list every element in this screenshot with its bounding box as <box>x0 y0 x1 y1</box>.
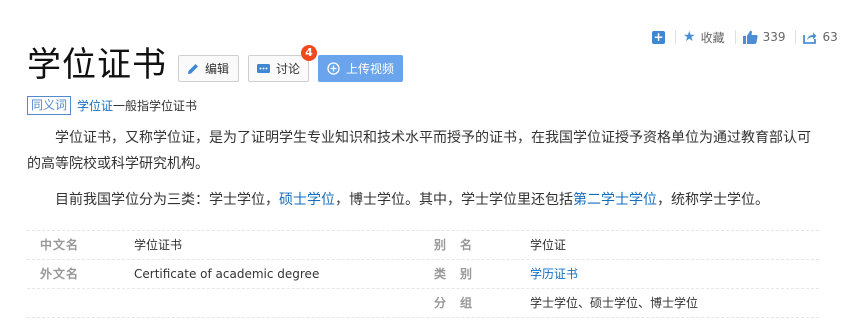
info-label: 外文名 <box>40 267 80 281</box>
page-title: 学位证书 <box>27 45 167 85</box>
plus-circle-icon <box>327 62 340 75</box>
share-count[interactable]: 63 <box>822 30 837 44</box>
info-value: 学士学位、硕士学位、博士学位 <box>530 296 699 310</box>
category-link[interactable]: 学历证书 <box>530 260 578 288</box>
paragraph-text: ，博士学位。其中，学士学位里还包括 <box>335 192 573 208</box>
divider <box>675 30 676 44</box>
chat-icon <box>257 63 270 75</box>
info-label: 别 名 <box>434 238 474 252</box>
info-row: 外文名 Certificate of academic degree 类 别 学… <box>27 260 819 289</box>
synonym-line: 同义词 学位证 一般指学位证书 <box>27 96 197 115</box>
star-icon[interactable]: ★ <box>683 30 696 44</box>
masters-degree-link[interactable]: 硕士学位 <box>279 192 335 208</box>
discuss-label: 讨论 <box>276 62 301 76</box>
favorite-label[interactable]: 收藏 <box>701 29 725 46</box>
info-label: 分 组 <box>434 296 474 310</box>
intro-paragraph-2: 目前我国学位分为三类：学士学位，硕士学位，博士学位。其中，学士学位里还包括第二学… <box>27 187 819 213</box>
paragraph-text: ，统称学士学位。 <box>657 192 769 208</box>
upload-video-button[interactable]: 上传视频 <box>318 55 403 82</box>
upload-label: 上传视频 <box>346 62 395 76</box>
discuss-button[interactable]: 讨论 <box>248 55 309 82</box>
intro-paragraph: 学位证书，又称学位证，是为了证明学生专业知识和技术水平而授予的证书，在我国学位证… <box>27 130 811 172</box>
info-value: 学位证书 <box>134 238 183 252</box>
synonym-term-link[interactable]: 学位证 <box>77 97 113 114</box>
second-bachelor-degree-link[interactable]: 第二学士学位 <box>573 192 657 208</box>
info-label: 类 别 <box>434 267 474 281</box>
edit-label: 编辑 <box>205 62 230 76</box>
synonym-description: 一般指学位证书 <box>113 99 198 113</box>
basic-info-table: 中文名 学位证书 别 名 学位证 外文名 Certificate of acad… <box>27 230 819 318</box>
paragraph-text: 目前我国学位分为三类：学士学位， <box>55 192 279 208</box>
add-icon[interactable]: + <box>652 30 665 44</box>
info-row: 中文名 学位证书 别 名 学位证 <box>27 230 819 260</box>
divider <box>734 30 736 44</box>
divider <box>795 30 797 44</box>
thumbs-up-icon[interactable] <box>742 30 758 44</box>
share-icon[interactable] <box>803 31 817 44</box>
synonym-tag: 同义词 <box>27 96 72 115</box>
entry-toolbar: + ★ 收藏 339 63 <box>652 27 838 47</box>
info-value: 学位证 <box>530 238 567 252</box>
info-label: 中文名 <box>40 238 80 252</box>
discussion-count-badge: 4 <box>301 45 317 61</box>
edit-button[interactable]: 编辑 <box>178 55 239 82</box>
like-count[interactable]: 339 <box>763 30 786 44</box>
info-row: 分 组 学士学位、硕士学位、博士学位 <box>27 289 819 318</box>
info-value: Certificate of academic degree <box>134 267 320 281</box>
pencil-icon <box>187 63 199 75</box>
